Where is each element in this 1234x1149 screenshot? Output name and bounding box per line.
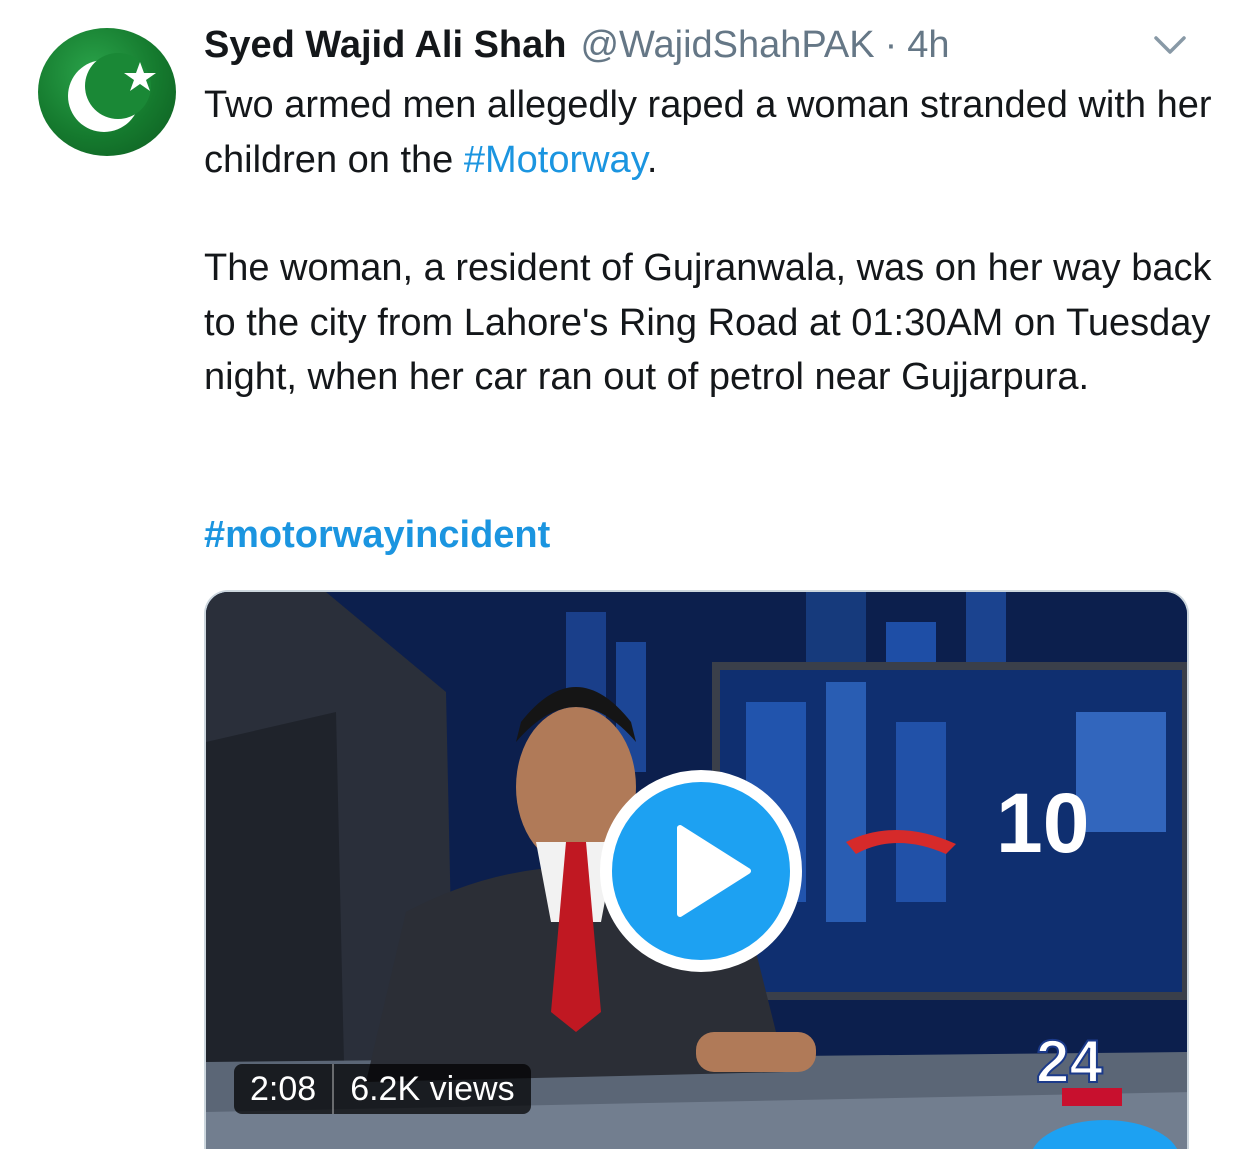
video-views: 6.2K views: [350, 1070, 515, 1108]
video-player[interactable]: 10 24 2:08 6.2K views: [204, 590, 1189, 1149]
screen-title-text: 10: [996, 776, 1089, 870]
channel-logo-graphic: 24: [1035, 1027, 1122, 1106]
video-duration: 2:08: [250, 1070, 317, 1108]
more-options-button[interactable]: [1150, 30, 1190, 60]
play-button[interactable]: [600, 770, 802, 972]
tweet-header: Syed Wajid Ali Shah @WajidShahPAK · 4h: [204, 20, 950, 70]
hashtag-motorwayincident-link[interactable]: #motorwayincident: [204, 508, 550, 562]
chevron-down-icon: [1154, 36, 1186, 54]
play-icon: [677, 825, 751, 917]
separator-dot: ·: [884, 24, 898, 66]
hashtag-motorway-link[interactable]: #Motorway: [464, 139, 647, 181]
avatar[interactable]: [38, 28, 176, 156]
pakistan-flag-icon: [68, 53, 156, 132]
tweet-text: Two armed men allegedly raped a woman st…: [204, 78, 1214, 405]
tweet: Syed Wajid Ali Shah @WajidShahPAK · 4h T…: [0, 0, 1234, 1149]
tweet-paragraph-2: The woman, a resident of Gujranwala, was…: [204, 247, 1212, 398]
tweet-text-part: .: [646, 138, 658, 181]
tweet-paragraph-1: Two armed men allegedly raped a woman st…: [204, 78, 1214, 187]
channel-logo-text: 24: [1036, 1028, 1103, 1095]
timestamp[interactable]: 4h: [907, 20, 949, 70]
tweet-text-part: Two armed men allegedly raped a woman st…: [204, 84, 1212, 181]
display-name[interactable]: Syed Wajid Ali Shah: [204, 20, 566, 70]
channel-logo: 24: [1032, 1026, 1128, 1112]
user-handle[interactable]: @WajidShahPAK: [580, 20, 874, 70]
video-info-badge: 2:08 6.2K views: [234, 1064, 531, 1114]
